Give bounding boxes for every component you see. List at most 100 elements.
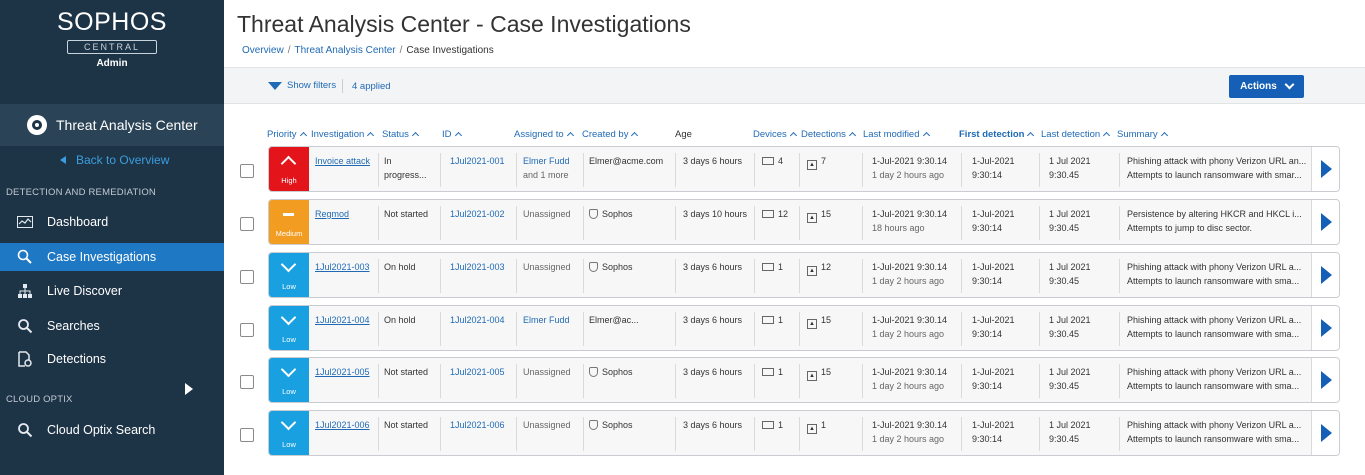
collapse-arrow-icon[interactable] [185, 383, 193, 395]
section-cloud-optix: CLOUD OPTIX [6, 394, 73, 405]
age-cell: 3 days 6 hours [683, 365, 742, 379]
sidebar-item-case-investigations[interactable]: Case Investigations [0, 243, 224, 271]
investigation-link[interactable]: 1Jul2021-003 [315, 260, 370, 274]
investigation-link[interactable]: 1Jul2021-005 [315, 365, 370, 379]
investigation-link-text: 1Jul2021-003 [315, 262, 370, 272]
investigation-link[interactable]: 1Jul2021-004 [315, 313, 370, 327]
priority-label: Low [282, 387, 296, 396]
column-divider [862, 259, 863, 293]
show-filters-button[interactable]: Show filters [268, 80, 336, 91]
table-row[interactable]: Low 1Jul2021-004 On hold 1Jul2021-004 Elmer … [268, 305, 1340, 351]
col-created-by[interactable]: Created by [582, 129, 639, 140]
created-by-cell: Sophos [589, 207, 633, 221]
col-detections[interactable]: Detections [801, 129, 856, 140]
sidebar-item-searches[interactable]: Searches [0, 312, 224, 340]
filters-applied[interactable]: 4 applied [352, 81, 391, 92]
sidebar-item-live-discover[interactable]: Live Discover [0, 277, 224, 305]
table-row[interactable]: Low 1Jul2021-005 Not started 1Jul2021-005 Un… [268, 357, 1340, 403]
row-checkbox[interactable] [240, 428, 254, 442]
table-row[interactable]: Medium Regmod Not started 1Jul2021-002 Unass… [268, 199, 1340, 245]
column-divider [754, 206, 755, 240]
last-modified-cell: 1-Jul-2021 9:30.14 1 day 2 hours ago [872, 260, 947, 288]
cell-line: 1 Jul 2021 [1049, 365, 1091, 379]
open-case-button[interactable] [1311, 253, 1339, 297]
open-case-button[interactable] [1311, 306, 1339, 350]
device-icon [762, 210, 774, 218]
column-divider [378, 417, 379, 451]
breadcrumb-threat-analysis-center[interactable]: Threat Analysis Center [294, 45, 395, 56]
column-divider [583, 206, 584, 240]
cell-line: 9:30.45 [1049, 432, 1091, 446]
column-divider [961, 417, 962, 451]
open-case-button[interactable] [1311, 147, 1339, 191]
threat-analysis-icon [27, 115, 47, 135]
assigned-cell[interactable]: Elmer Fudd [523, 313, 570, 327]
chevron-down-icon [1284, 79, 1295, 90]
case-id-link[interactable]: 1Jul2021-001 [450, 154, 505, 168]
actions-label: Actions [1240, 81, 1277, 92]
row-checkbox[interactable] [240, 164, 254, 178]
open-case-button[interactable] [1311, 200, 1339, 244]
row-checkbox[interactable] [240, 375, 254, 389]
col-summary[interactable]: Summary [1117, 129, 1168, 140]
cell-line: 1-Jul-2021 9:30.14 [872, 207, 947, 221]
sidebar-item-cloud-optix-search[interactable]: Cloud Optix Search [0, 416, 224, 444]
cell-line: 1-Jul-2021 [972, 154, 1015, 168]
col-assigned-to[interactable]: Assigned to [514, 129, 574, 140]
case-id-link[interactable]: 1Jul2021-004 [450, 313, 505, 327]
app-title[interactable]: Threat Analysis Center [0, 104, 224, 146]
column-divider [583, 259, 584, 293]
open-case-button[interactable] [1311, 358, 1339, 402]
case-id-link[interactable]: 1Jul2021-006 [450, 418, 505, 432]
cell-line: 3 days 6 hours [683, 418, 742, 432]
investigation-link[interactable]: 1Jul2021-006 [315, 418, 370, 432]
cell-line: 9:30.45 [1049, 327, 1091, 341]
row-checkbox[interactable] [240, 323, 254, 337]
breadcrumb: Overview / Threat Analysis Center / Case Inv… [242, 45, 494, 56]
cell-line: 3 days 10 hours [683, 207, 747, 221]
table-row[interactable]: Low 1Jul2021-003 On hold 1Jul2021-003 Unassi… [268, 252, 1340, 298]
column-divider [1119, 312, 1120, 346]
summary-cell-text: Attempts to launch ransomware with sma..… [1127, 434, 1300, 444]
row-checkbox[interactable] [240, 217, 254, 231]
last-modified-cell-text: 1 day 2 hours ago [872, 434, 945, 444]
actions-button[interactable]: Actions [1229, 75, 1304, 98]
first-detection-cell-text: 1-Jul-2021 [972, 315, 1015, 325]
row-checkbox[interactable] [240, 270, 254, 284]
detections-cell: ▲ 15 [807, 365, 831, 381]
col-priority[interactable]: Priority [267, 129, 307, 140]
case-id-link[interactable]: 1Jul2021-005 [450, 365, 505, 379]
cell-line: 9:30.45 [1049, 168, 1091, 182]
detection-icon: ▲ [807, 160, 817, 170]
investigation-link[interactable]: Invoice attack [315, 154, 370, 168]
col-first-detection[interactable]: First detection [959, 129, 1035, 140]
detection-icon: ▲ [807, 266, 817, 276]
breadcrumb-overview[interactable]: Overview [242, 45, 284, 56]
col-investigation[interactable]: Investigation [311, 129, 375, 140]
cell-line: Sophos [589, 418, 633, 432]
summary-cell: Phishing attack with phony Verizon URL a… [1127, 313, 1301, 341]
cell-line: 1 day 2 hours ago [872, 327, 947, 341]
case-id-link[interactable]: 1Jul2021-002 [450, 207, 505, 221]
col-status[interactable]: Status [382, 129, 419, 140]
col-last-modified[interactable]: Last modified [863, 129, 930, 140]
col-devices[interactable]: Devices [753, 129, 797, 140]
col-last-detection[interactable]: Last detection [1041, 129, 1111, 140]
case-id-link[interactable]: 1Jul2021-003 [450, 260, 505, 274]
column-divider [516, 153, 517, 187]
sidebar-item-dashboard[interactable]: Dashboard [0, 208, 224, 236]
sidebar-item-detections[interactable]: Detections [0, 345, 224, 373]
cell-line: 9:30.45 [1049, 221, 1091, 235]
investigation-link[interactable]: Regmod [315, 207, 349, 221]
column-divider [583, 153, 584, 187]
col-id[interactable]: ID [442, 129, 462, 140]
open-case-button[interactable] [1311, 411, 1339, 455]
priority-label: Low [282, 335, 296, 344]
table-row[interactable]: High Invoice attack In progress... 1Jul2021-… [268, 146, 1340, 192]
assigned-cell: Unassigned [523, 365, 571, 379]
back-to-overview-link[interactable]: Back to Overview [60, 153, 169, 167]
column-divider [1039, 417, 1040, 451]
assigned-cell[interactable]: Elmer Fudd and 1 more [523, 154, 570, 182]
table-row[interactable]: Low 1Jul2021-006 Not started 1Jul2021-006 Un… [268, 410, 1340, 456]
column-divider [961, 206, 962, 240]
